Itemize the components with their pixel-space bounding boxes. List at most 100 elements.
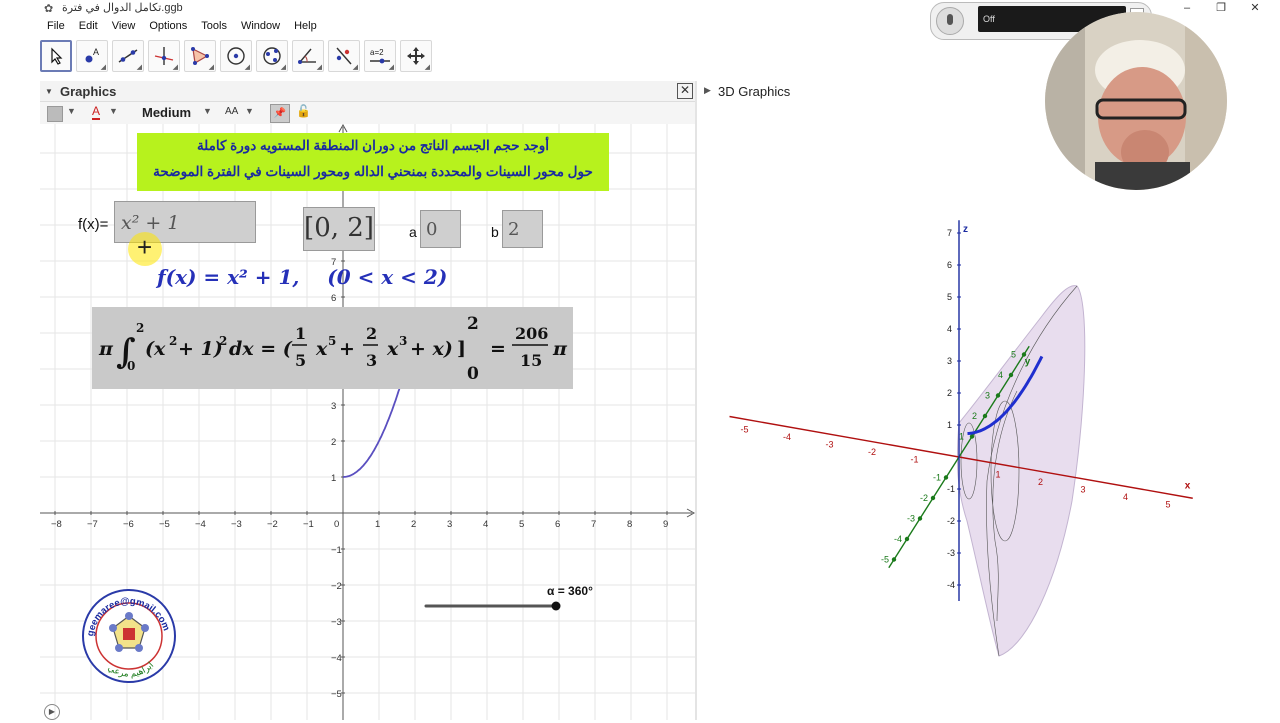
a-input-label: a (409, 224, 417, 240)
presenter-silhouette (1045, 12, 1227, 190)
y-tick-label: 1 (331, 473, 336, 484)
menu-tools[interactable]: Tools (194, 17, 234, 35)
x-tick-label: −8 (51, 519, 62, 530)
svg-text:5: 5 (295, 351, 306, 370)
x-tick-label: −6 (123, 519, 134, 530)
slider-tool-button[interactable]: a=2 ◢ (364, 40, 396, 72)
svg-text:π: π (552, 338, 568, 360)
y-tick-label: −2 (331, 581, 342, 592)
window-controls: ‒ ❐ ✕ (1170, 0, 1272, 16)
menu-window[interactable]: Window (234, 17, 287, 35)
3d-graphics-canvas[interactable]: -5 -4 -3 -2 -1 1 2 3 4 5 x -5 -4 -3 -2 -1 1 2 3 4 5 y 7 6 5 4 3 2 1-… (697, 101, 1242, 720)
menu-bar: File Edit View Options Tools Window Help (40, 17, 324, 35)
graphics-panel-title: Graphics (60, 84, 117, 99)
menu-help[interactable]: Help (287, 17, 324, 35)
left-margin (0, 0, 40, 720)
svg-text:0: 0 (467, 364, 479, 384)
function-formula-text: f(x) = x² + 1, (0 < x < 2) (157, 265, 448, 289)
polygon-tool-button[interactable]: ◢ (184, 40, 216, 72)
point-tool-button[interactable]: A ◢ (76, 40, 108, 72)
text-size-button[interactable]: AA (225, 106, 238, 117)
y-tick-label: −1 (331, 545, 342, 556)
dropdown-arrow-icon[interactable]: ▼ (109, 106, 118, 116)
x-tick-label-3d: 1 (996, 470, 1001, 480)
x-tick-label: 4 (483, 519, 488, 530)
ellipse-tool-button[interactable]: ◢ (256, 40, 288, 72)
perpendicular-tool-button[interactable]: ◢ (148, 40, 180, 72)
z-tick-label-3d: 7 (947, 228, 952, 238)
x-tick-label-3d: -3 (826, 440, 834, 450)
move-view-icon (407, 47, 425, 65)
y-tick-label: −5 (331, 689, 342, 700)
svg-text:2: 2 (467, 314, 479, 334)
x-tick-label-3d: -2 (868, 447, 876, 457)
close-graphics-button[interactable]: ✕ (677, 83, 693, 99)
x-tick-label: −1 (303, 519, 314, 530)
toolbar: A ◢ ◢ ◢ ◢ ◢ ◢ ◢ ◢ a=2 ◢ ◢ (40, 40, 432, 76)
menu-view[interactable]: View (105, 17, 143, 35)
slider-knob[interactable] (551, 601, 561, 611)
expand-triangle-icon[interactable]: ▶ (704, 85, 711, 96)
y-tick-label: 6 (331, 293, 336, 304)
x-tick-label-3d: 2 (1038, 477, 1043, 487)
svg-text:a=2: a=2 (370, 48, 384, 57)
z-tick-label-3d: 3 (947, 356, 952, 366)
svg-text:+ 1): + 1) (178, 338, 223, 360)
x-tick-label: −2 (267, 519, 278, 530)
line-style-select[interactable]: Medium (142, 105, 191, 120)
dropdown-arrow-icon[interactable]: ▼ (245, 106, 254, 116)
x-tick-label-3d: 5 (1166, 500, 1171, 510)
z-axis-label-3d: z (963, 224, 968, 235)
y-tick-mark-3d (943, 475, 949, 480)
z-tick-label-3d: 4 (947, 324, 952, 334)
dropdown-arrow-icon[interactable]: ▼ (67, 106, 76, 116)
z-tick-label-3d: -1 (947, 484, 955, 494)
svg-text:206: 206 (515, 324, 548, 343)
lock-icon[interactable]: 🔓 (296, 104, 311, 118)
line-tool-button[interactable]: ◢ (112, 40, 144, 72)
collapse-triangle-icon[interactable]: ▼ (45, 87, 53, 96)
text-color-button[interactable]: A (92, 104, 101, 120)
y-tick-mark-3d (917, 516, 923, 521)
svg-text:x: x (386, 338, 399, 360)
y-tick-label-3d: -5 (881, 555, 889, 565)
close-window-button[interactable]: ✕ (1238, 0, 1272, 16)
webcam-feed (1045, 12, 1227, 190)
alpha-slider[interactable] (420, 598, 565, 614)
x-tick-label: −4 (195, 519, 206, 530)
dropdown-arrow-icon[interactable]: ▼ (203, 106, 212, 116)
window-title: تكامل الدوال في فترة.ggb (62, 2, 183, 14)
circle-tool-button[interactable]: ◢ (220, 40, 252, 72)
play-animation-button[interactable]: ▶ (44, 704, 60, 720)
x-tick-label: 9 (663, 519, 668, 530)
fill-color-swatch[interactable] (47, 106, 63, 122)
y-tick-mark-3d (995, 393, 1001, 398)
x-tick-label: 3 (447, 519, 452, 530)
y-tick-label: −4 (331, 653, 342, 664)
move-tool-button[interactable] (40, 40, 72, 72)
svg-text:+: + (339, 338, 355, 360)
z-tick-label-3d: 6 (947, 260, 952, 270)
menu-options[interactable]: Options (142, 17, 194, 35)
menu-file[interactable]: File (40, 17, 72, 35)
minimize-button[interactable]: ‒ (1170, 0, 1204, 16)
menu-edit[interactable]: Edit (72, 17, 105, 35)
x-tick-label: 6 (555, 519, 560, 530)
x-tick-label: −3 (231, 519, 242, 530)
y-tick-label: 2 (331, 437, 336, 448)
y-axis-label-3d: y (1025, 357, 1031, 368)
restore-button[interactable]: ❐ (1204, 0, 1238, 16)
pin-icon[interactable]: 📌 (270, 104, 290, 123)
svg-text:=: = (490, 338, 506, 360)
a-input[interactable]: 0 (420, 210, 461, 248)
z-tick-label-3d: 1 (947, 420, 952, 430)
question-line-2: حول محور السينات والمحددة بمنحني الداله … (153, 164, 593, 179)
y-tick-mark-3d (891, 557, 897, 562)
move-view-tool-button[interactable]: ◢ (400, 40, 432, 72)
microphone-icon[interactable] (936, 7, 964, 35)
question-banner: أوجد حجم الجسم الناتج من دوران المنطقة ا… (137, 133, 609, 191)
angle-tool-button[interactable]: ◢ (292, 40, 324, 72)
b-input[interactable]: 2 (502, 210, 543, 248)
svg-text:+ x): + x) (410, 338, 453, 360)
reflect-tool-button[interactable]: ◢ (328, 40, 360, 72)
